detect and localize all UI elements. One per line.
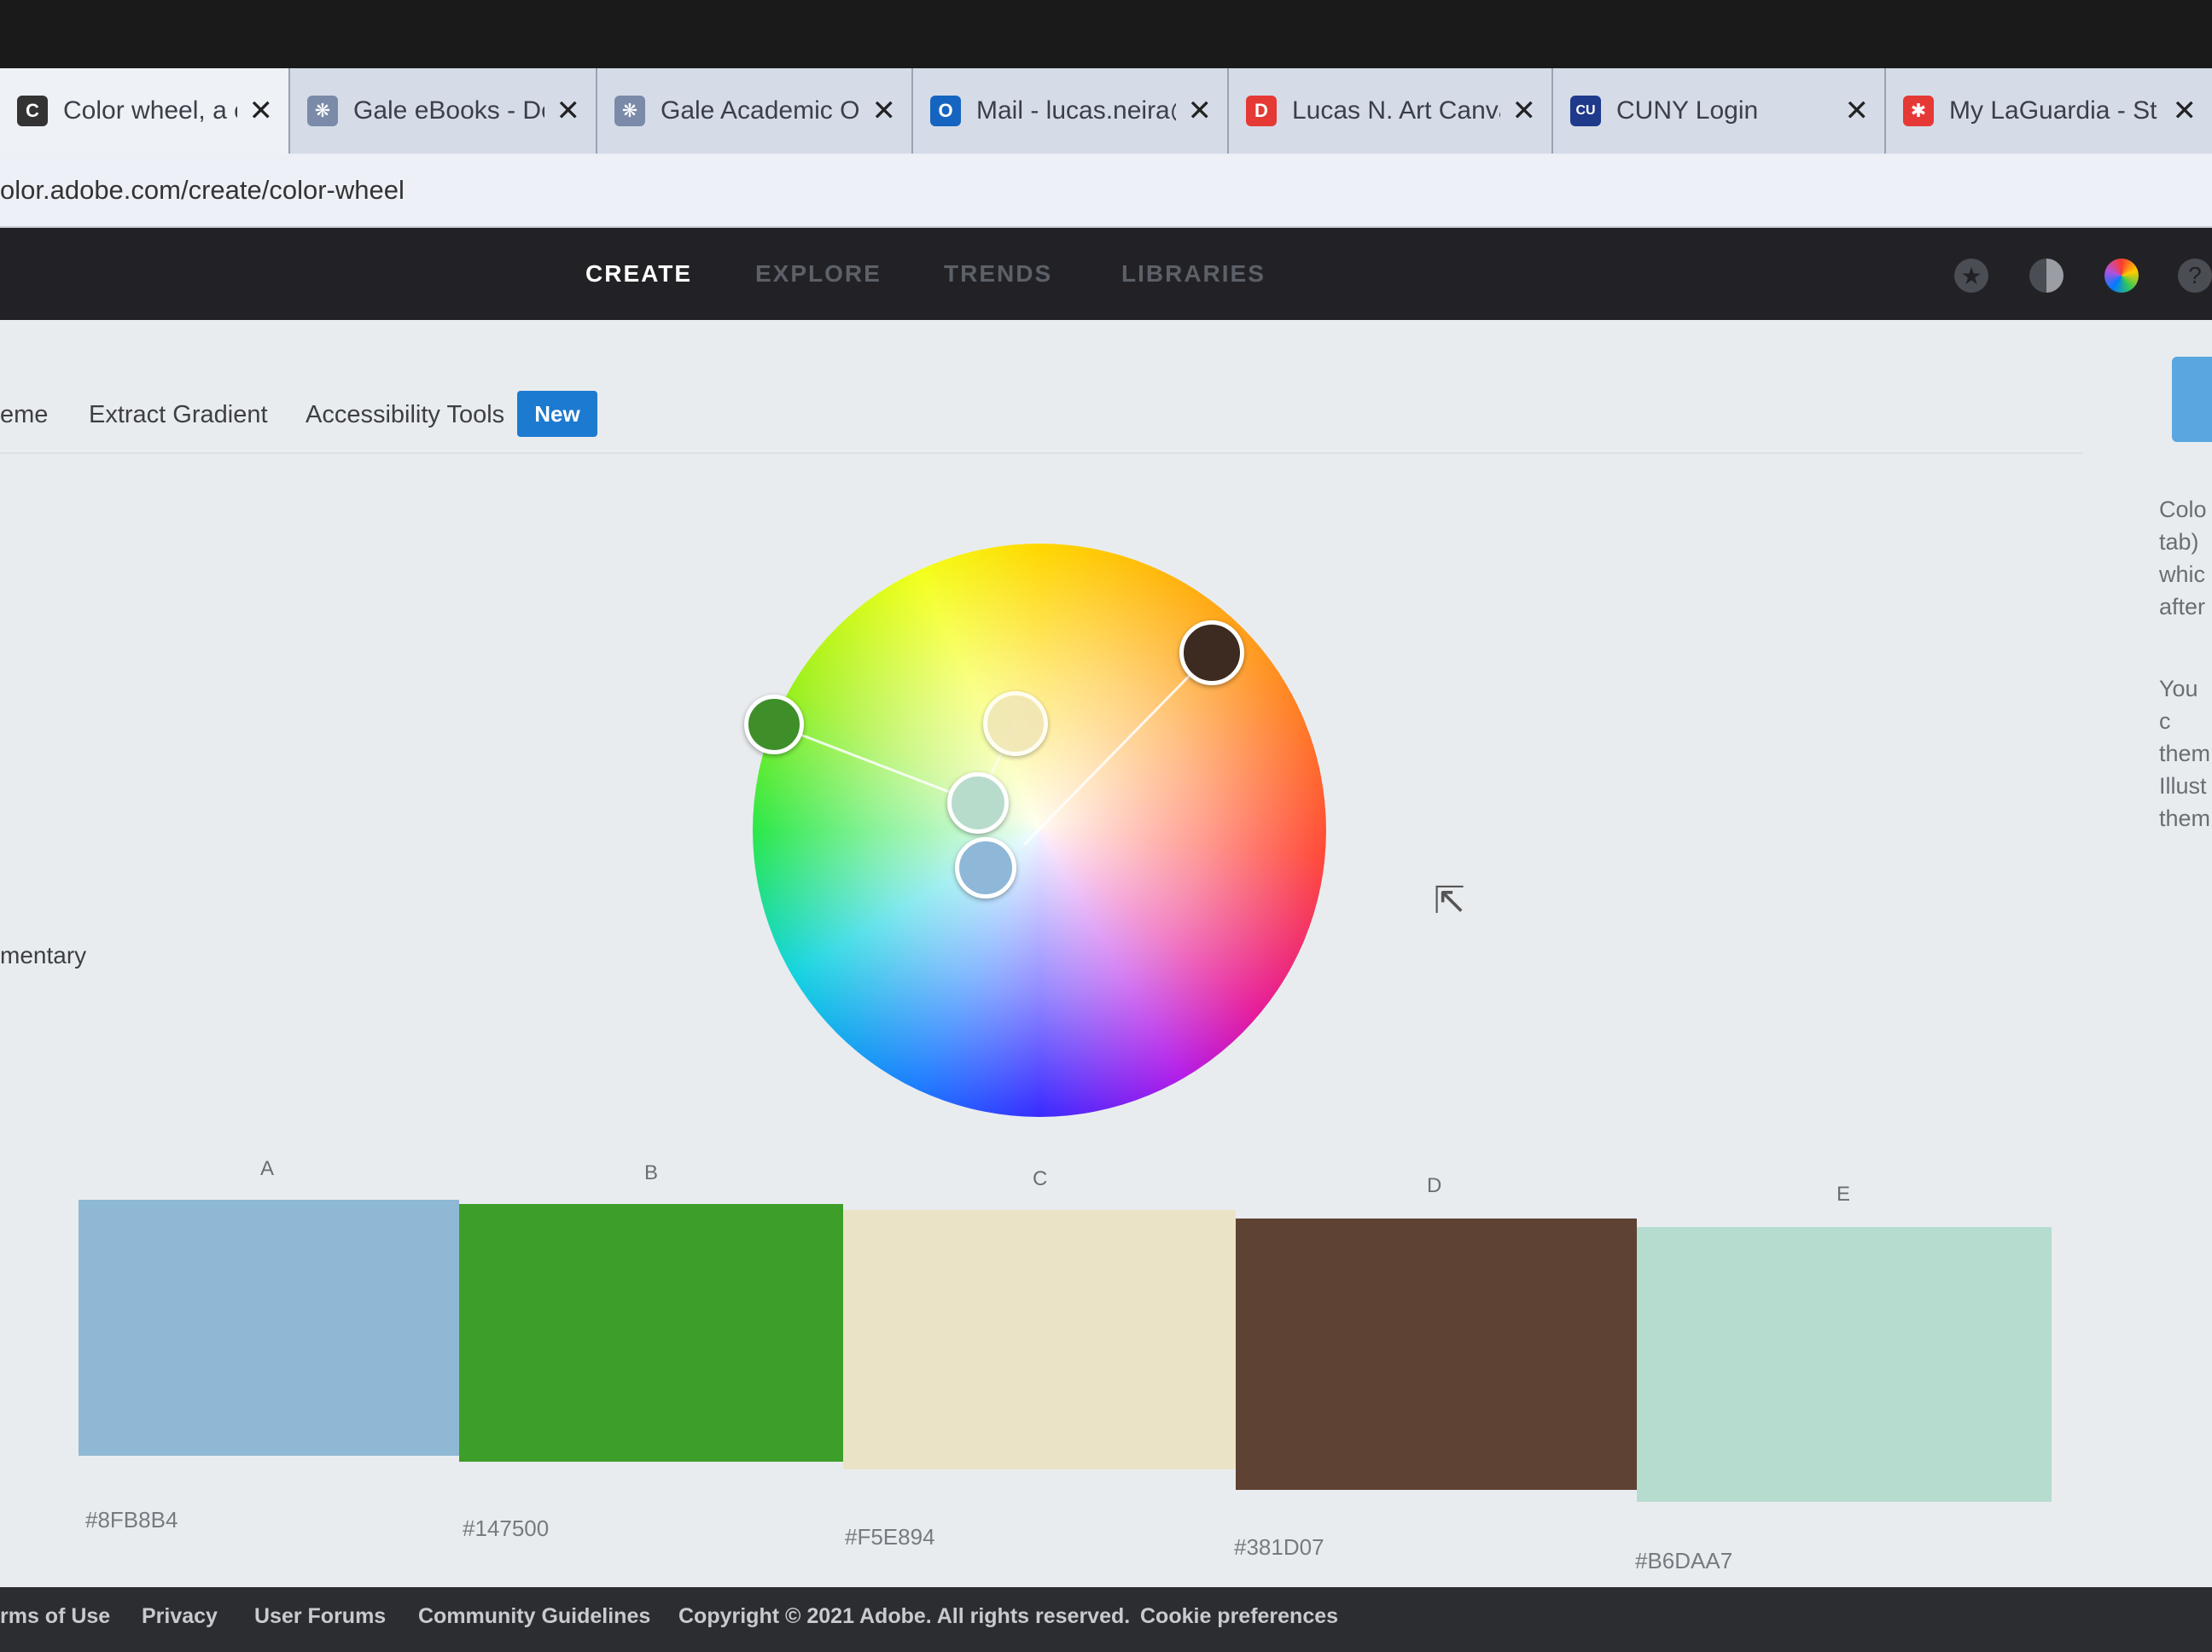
swatch-b[interactable] bbox=[459, 1204, 843, 1462]
swatch-label-e: E bbox=[1837, 1183, 1851, 1206]
wheel-handle-c[interactable] bbox=[983, 691, 1048, 756]
swatch-label-d: D bbox=[1427, 1174, 1442, 1197]
footer-terms-link[interactable]: rms of Use bbox=[0, 1604, 110, 1629]
swatch-d[interactable] bbox=[1236, 1219, 1637, 1490]
swatch-label-a: A bbox=[260, 1157, 275, 1180]
footer-privacy-link[interactable]: Privacy bbox=[142, 1604, 218, 1629]
mouse-cursor-icon: ⇱ bbox=[1434, 880, 1465, 922]
wheel-handle-a[interactable] bbox=[955, 837, 1016, 899]
wheel-handle-b[interactable] bbox=[744, 695, 804, 754]
swatch-hex-c[interactable]: #F5E894 bbox=[845, 1524, 935, 1550]
wheel-handle-e[interactable] bbox=[947, 772, 1009, 834]
swatch-label-c: C bbox=[1033, 1167, 1048, 1190]
footer: rms of Use Privacy User Forums Community… bbox=[0, 1587, 2212, 1652]
swatch-a[interactable] bbox=[79, 1200, 459, 1456]
swatch-hex-d[interactable]: #381D07 bbox=[1234, 1534, 1324, 1561]
swatch-e[interactable] bbox=[1637, 1227, 2052, 1502]
footer-copyright: Copyright © 2021 Adobe. All rights reser… bbox=[678, 1604, 1131, 1628]
footer-cookie-preferences-link[interactable]: Cookie preferences bbox=[1140, 1604, 1338, 1629]
swatch-hex-e[interactable]: #B6DAA7 bbox=[1635, 1548, 1732, 1574]
footer-community-guidelines-link[interactable]: Community Guidelines bbox=[418, 1604, 650, 1629]
swatch-label-b: B bbox=[644, 1161, 659, 1184]
wheel-handle-d[interactable] bbox=[1179, 620, 1244, 685]
swatch-hex-a[interactable]: #8FB8B4 bbox=[85, 1507, 178, 1533]
swatch-c[interactable] bbox=[843, 1210, 1236, 1469]
swatch-hex-b[interactable]: #147500 bbox=[463, 1515, 549, 1542]
footer-user-forums-link[interactable]: User Forums bbox=[254, 1604, 386, 1629]
